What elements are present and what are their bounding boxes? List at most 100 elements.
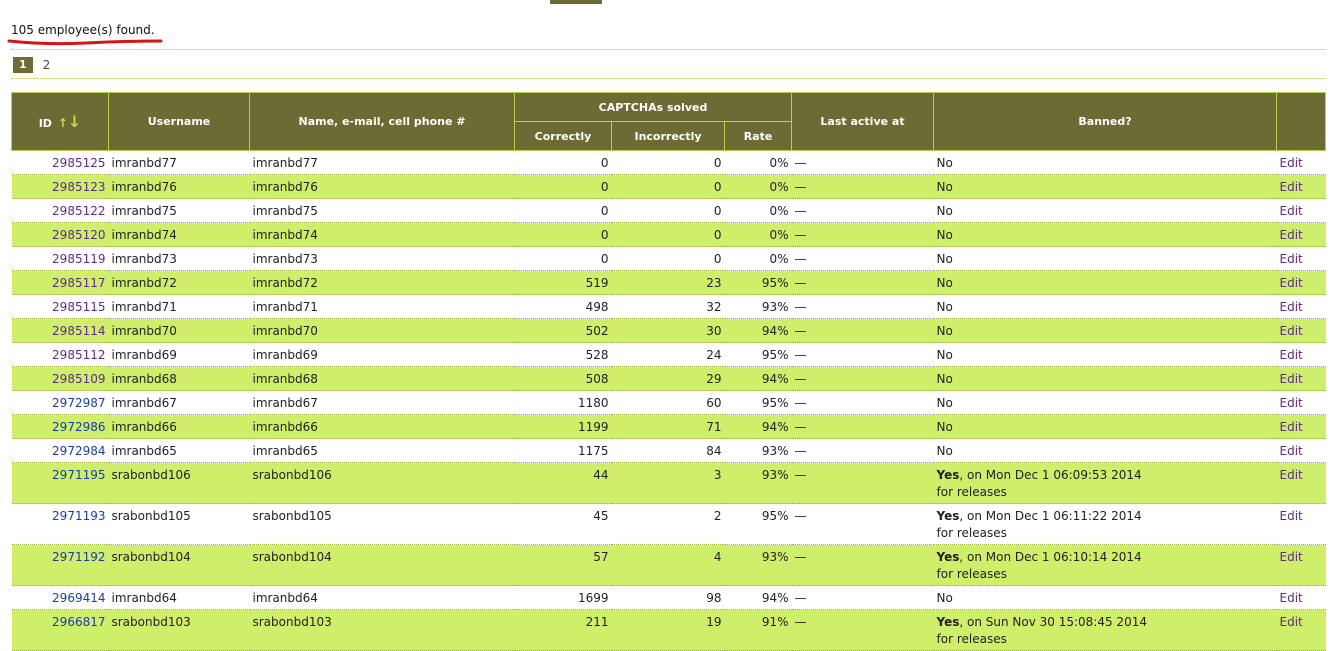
name-cell: srabonbd103	[249, 609, 515, 651]
edit-link[interactable]: Edit	[1280, 420, 1303, 434]
table-row: 2985117 imranbd72 imranbd72 519 23 95% — No Edit	[11, 270, 1326, 295]
rate-cell: 93%	[724, 462, 792, 504]
edit-link[interactable]: Edit	[1280, 372, 1303, 386]
username-cell: srabonbd103	[108, 609, 250, 651]
incorrect-cell: 0	[611, 150, 725, 175]
employee-id-link[interactable]: 2972987	[52, 396, 105, 410]
actions-cell: Edit	[1276, 174, 1326, 199]
edit-link[interactable]: Edit	[1280, 509, 1303, 523]
edit-link[interactable]: Edit	[1280, 468, 1303, 482]
banned-cell: Yes, on Mon Dec 1 06:11:22 2014 for relea…	[933, 503, 1277, 545]
rate-cell: 0%	[724, 174, 792, 199]
employee-id-link[interactable]: 2985119	[52, 252, 105, 266]
sort-arrows[interactable]: ↑↓	[58, 112, 81, 131]
sort-down-icon[interactable]: ↓	[68, 112, 81, 131]
incorrect-cell: 71	[611, 414, 725, 439]
page-link-2[interactable]: 2	[41, 57, 53, 73]
id-cell: 2985122	[11, 198, 109, 223]
edit-link[interactable]: Edit	[1280, 444, 1303, 458]
banned-reason: for releases	[936, 632, 1007, 646]
employee-id-link[interactable]: 2985117	[52, 276, 105, 290]
table-row: 2985114 imranbd70 imranbd70 502 30 94% — No Edit	[11, 318, 1326, 343]
incorrect-cell: 0	[611, 246, 725, 271]
incorrect-cell: 2	[611, 503, 725, 545]
incorrect-cell: 3	[611, 462, 725, 504]
employee-id-link[interactable]: 2985109	[52, 372, 105, 386]
edit-link[interactable]: Edit	[1280, 591, 1303, 605]
last-active-cell: —	[791, 585, 934, 610]
edit-link[interactable]: Edit	[1280, 348, 1303, 362]
banned-yes: Yes	[936, 509, 960, 523]
banned-cell: No	[933, 438, 1277, 463]
username-cell: imranbd70	[108, 318, 250, 343]
table-row: 2971193 srabonbd105 srabonbd105 45 2 95% — Yes,…	[11, 503, 1326, 545]
name-cell: imranbd73	[249, 246, 515, 271]
id-cell: 2985114	[11, 318, 109, 343]
actions-cell: Edit	[1276, 585, 1326, 610]
table-row: 2972986 imranbd66 imranbd66 1199 71 94% — No Edi…	[11, 414, 1326, 439]
employee-id-link[interactable]: 2971193	[52, 509, 105, 523]
banned-cell: No	[933, 198, 1277, 223]
employee-id-link[interactable]: 2971195	[52, 468, 105, 482]
edit-link[interactable]: Edit	[1280, 228, 1303, 242]
employee-id-link[interactable]: 2972984	[52, 444, 105, 458]
employee-id-link[interactable]: 2972986	[52, 420, 105, 434]
employee-id-link[interactable]: 2985112	[52, 348, 105, 362]
rate-cell: 93%	[724, 294, 792, 319]
actions-cell: Edit	[1276, 438, 1326, 463]
incorrect-cell: 19	[611, 609, 725, 651]
banned-yes: Yes	[936, 615, 960, 629]
banned-cell: No	[933, 342, 1277, 367]
banned-cell: Yes, on Sun Nov 30 15:08:45 2014 for rele…	[933, 609, 1277, 651]
employee-id-link[interactable]: 2969414	[52, 591, 105, 605]
edit-link[interactable]: Edit	[1280, 300, 1303, 314]
edit-link[interactable]: Edit	[1280, 615, 1303, 629]
employees-table: ID ↑↓ Username Name, e-mail, cell phone …	[11, 92, 1326, 651]
column-header-last-active: Last active at	[791, 92, 934, 151]
table-row: 2969414 imranbd64 imranbd64 1699 98 94% — No Edi…	[11, 585, 1326, 610]
employee-id-link[interactable]: 2971192	[52, 550, 105, 564]
incorrect-cell: 23	[611, 270, 725, 295]
employee-id-link[interactable]: 2985114	[52, 324, 105, 338]
edit-link[interactable]: Edit	[1280, 324, 1303, 338]
actions-cell: Edit	[1276, 366, 1326, 391]
banned-cell: No	[933, 222, 1277, 247]
id-cell: 2972986	[11, 414, 109, 439]
column-header-id[interactable]: ID ↑↓	[11, 92, 109, 151]
edit-link[interactable]: Edit	[1280, 204, 1303, 218]
actions-cell: Edit	[1276, 246, 1326, 271]
banned-cell: No	[933, 270, 1277, 295]
last-active-cell: —	[791, 198, 934, 223]
employee-id-link[interactable]: 2985123	[52, 180, 105, 194]
banned-yes: Yes	[936, 550, 960, 564]
id-cell: 2985125	[11, 150, 109, 175]
name-cell: imranbd69	[249, 342, 515, 367]
last-active-cell: —	[791, 414, 934, 439]
actions-cell: Edit	[1276, 318, 1326, 343]
edit-link[interactable]: Edit	[1280, 396, 1303, 410]
edit-link[interactable]: Edit	[1280, 252, 1303, 266]
incorrect-cell: 29	[611, 366, 725, 391]
name-cell: imranbd75	[249, 198, 515, 223]
employee-id-link[interactable]: 2985125	[52, 156, 105, 170]
username-cell: imranbd74	[108, 222, 250, 247]
edit-link[interactable]: Edit	[1280, 180, 1303, 194]
employee-id-link[interactable]: 2985122	[52, 204, 105, 218]
username-cell: imranbd71	[108, 294, 250, 319]
actions-cell: Edit	[1276, 414, 1326, 439]
edit-link[interactable]: Edit	[1280, 276, 1303, 290]
last-active-cell: —	[791, 390, 934, 415]
correct-cell: 498	[514, 294, 612, 319]
employee-id-link[interactable]: 2985115	[52, 300, 105, 314]
name-cell: imranbd66	[249, 414, 515, 439]
sort-up-icon[interactable]: ↑	[58, 116, 68, 130]
employee-id-link[interactable]: 2985120	[52, 228, 105, 242]
banned-cell: No	[933, 414, 1277, 439]
edit-link[interactable]: Edit	[1280, 550, 1303, 564]
id-cell: 2985109	[11, 366, 109, 391]
edit-link[interactable]: Edit	[1280, 156, 1303, 170]
table-row: 2972984 imranbd65 imranbd65 1175 84 93% — No Edi…	[11, 438, 1326, 463]
table-row: 2985125 imranbd77 imranbd77 0 0 0% — No Edit	[11, 150, 1326, 175]
username-cell: imranbd73	[108, 246, 250, 271]
employee-id-link[interactable]: 2966817	[52, 615, 105, 629]
